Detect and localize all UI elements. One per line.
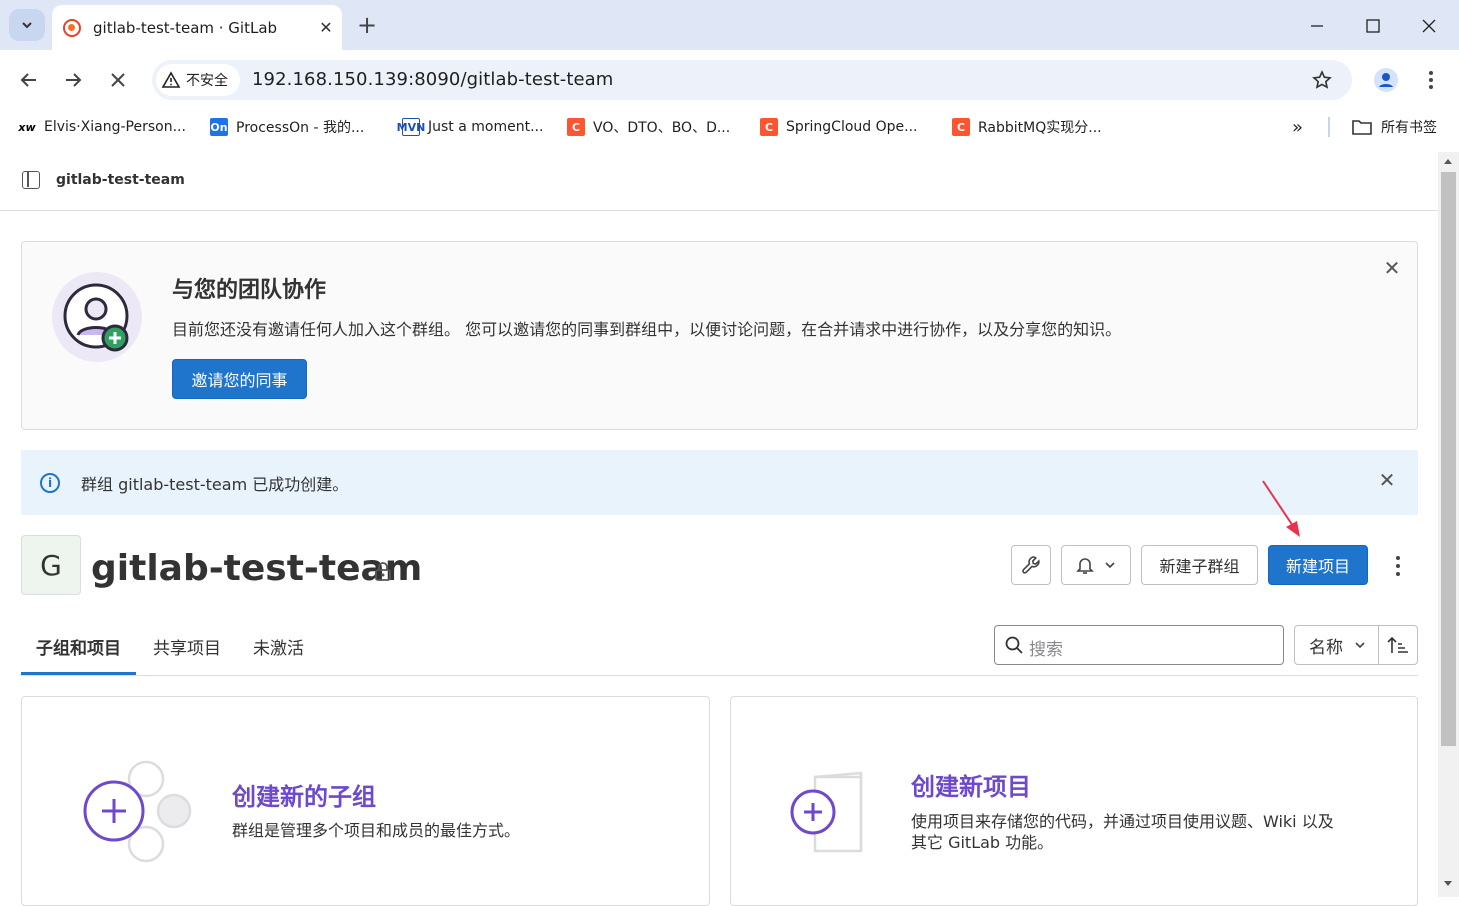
create-subgroup-description: 群组是管理多个项目和成员的最佳方式。 — [232, 821, 521, 840]
search-placeholder: 搜索 — [1029, 640, 1063, 660]
subgroup-illustration-icon — [83, 760, 192, 863]
profile-avatar-icon[interactable] — [1371, 65, 1401, 95]
settings-button[interactable] — [1011, 545, 1051, 585]
bell-icon — [1076, 558, 1094, 574]
invite-description: 目前您还没有邀请任何人加入这个群组。 您可以邀请您的同事到群组中，以便讨论问题，… — [172, 320, 1122, 339]
group-title: gitlab-test-team — [91, 548, 423, 589]
chevron-down-icon — [1355, 642, 1365, 649]
bookmarks-overflow-button[interactable]: » — [1292, 116, 1303, 138]
breadcrumb[interactable]: gitlab-test-team — [56, 172, 185, 188]
bookmark-item[interactable]: C RabbitMQ实现分... — [952, 116, 1102, 138]
bookmark-item[interactable]: On ProcessOn - 我的... — [210, 116, 364, 138]
create-subgroup-card[interactable]: 创建新的子组 群组是管理多个项目和成员的最佳方式。 — [21, 696, 710, 906]
search-icon — [1005, 636, 1023, 654]
scroll-down-icon[interactable] — [1443, 880, 1453, 888]
bookmark-label: ProcessOn - 我的... — [236, 120, 365, 136]
info-icon: i — [40, 473, 60, 493]
create-subgroup-title[interactable]: 创建新的子组 — [232, 777, 376, 812]
invite-colleagues-button[interactable]: 邀请您的同事 — [172, 359, 307, 399]
chevron-down-icon — [22, 22, 32, 29]
browser-tab-active[interactable]: gitlab-test-team · GitLab ✕ — [52, 5, 342, 50]
tab-inactive[interactable]: 未激活 — [253, 634, 304, 675]
create-project-description-line1: 使用项目来存储您的代码，并通过项目使用议题、Wiki 以及 — [911, 812, 1334, 831]
bookmark-label: VO、DTO、BO、D... — [593, 120, 731, 136]
back-arrow-icon[interactable] — [14, 65, 44, 95]
tab-search-button[interactable] — [9, 9, 45, 41]
tab-title: gitlab-test-team · GitLab — [93, 18, 278, 37]
bookmark-label: RabbitMQ实现分... — [978, 120, 1102, 136]
bookmark-favicon-icon: MVN — [397, 118, 425, 136]
warning-icon — [161, 71, 181, 88]
invite-members-illustration — [52, 272, 142, 362]
invite-title: 与您的团队协作 — [172, 278, 327, 303]
sort-dropdown[interactable]: 名称 — [1294, 625, 1379, 665]
annotation-arrow-icon — [1262, 480, 1300, 537]
bookmark-favicon-icon: C — [760, 118, 778, 136]
close-icon[interactable]: ✕ — [1382, 258, 1402, 278]
bookmark-favicon-icon: C — [567, 118, 585, 136]
bookmarks-bar: xw Elvis·Xiang-Person... On ProcessOn - 我的… — [0, 110, 1459, 144]
bookmark-star-icon[interactable] — [1312, 70, 1332, 90]
all-bookmarks-label: 所有书签 — [1381, 120, 1437, 136]
bookmark-item[interactable]: MVN Just a moment... — [397, 116, 544, 138]
bookmark-favicon-icon: On — [210, 118, 228, 136]
browser-tabstrip: gitlab-test-team · GitLab ✕ + — [0, 0, 1459, 50]
chevron-down-icon — [1105, 562, 1115, 569]
bookmark-label: SpringCloud Ope... — [786, 119, 918, 135]
sort-ascending-icon — [1387, 636, 1408, 653]
sort-direction-button[interactable] — [1378, 625, 1418, 665]
all-bookmarks-button[interactable]: 所有书签 — [1351, 116, 1437, 138]
stop-loading-icon[interactable] — [103, 65, 133, 95]
site-info-button[interactable]: 不安全 — [156, 64, 240, 96]
invite-banner: 与您的团队协作 目前您还没有邀请任何人加入这个群组。 您可以邀请您的同事到群组中… — [21, 241, 1418, 430]
bookmark-favicon-icon: xw — [18, 120, 36, 134]
success-alert: i 群组 gitlab-test-team 已成功创建。 ✕ — [21, 450, 1418, 515]
sort-label: 名称 — [1309, 637, 1343, 658]
bookmark-item[interactable]: xw Elvis·Xiang-Person... — [18, 116, 186, 138]
sidebar-toggle-icon[interactable] — [22, 171, 40, 189]
create-project-description-line2: 其它 GitLab 功能。 — [911, 833, 1054, 852]
notification-dropdown[interactable] — [1061, 545, 1131, 585]
tab-shared-projects[interactable]: 共享项目 — [153, 634, 221, 675]
browser-toolbar: 不安全 192.168.150.139:8090/gitlab-test-tea… — [0, 50, 1459, 110]
lock-icon — [375, 562, 391, 581]
group-avatar: G — [21, 535, 81, 595]
top-bar: gitlab-test-team — [0, 150, 1438, 211]
scroll-up-icon[interactable] — [1443, 157, 1453, 165]
tab-subgroups-projects[interactable]: 子组和项目 — [21, 634, 136, 675]
create-project-title[interactable]: 创建新项目 — [911, 767, 1031, 802]
bookmarks-divider — [1328, 117, 1330, 137]
close-window-icon[interactable] — [1415, 12, 1443, 40]
insecure-label: 不安全 — [186, 73, 228, 89]
folder-icon — [1352, 120, 1372, 135]
forward-arrow-icon[interactable] — [58, 65, 88, 95]
maximize-icon[interactable] — [1359, 12, 1387, 40]
gitlab-favicon-icon — [63, 18, 81, 37]
page-scrollbar[interactable] — [1438, 152, 1459, 897]
new-subgroup-button[interactable]: 新建子群组 — [1141, 545, 1258, 585]
minimize-icon[interactable] — [1303, 12, 1331, 40]
new-project-button[interactable]: 新建项目 — [1268, 545, 1368, 585]
new-tab-button[interactable]: + — [354, 10, 380, 40]
bookmark-item[interactable]: C SpringCloud Ope... — [760, 116, 918, 138]
bookmark-label: Elvis·Xiang-Person... — [44, 119, 186, 135]
url-text[interactable]: 192.168.150.139:8090/gitlab-test-team — [252, 69, 613, 90]
close-tab-icon[interactable]: ✕ — [315, 18, 337, 37]
scrollbar-thumb[interactable] — [1441, 172, 1456, 746]
alert-message: 群组 gitlab-test-team 已成功创建。 — [81, 475, 349, 494]
bookmark-item[interactable]: C VO、DTO、BO、D... — [567, 116, 730, 138]
create-project-card[interactable]: 创建新项目 使用项目来存储您的代码，并通过项目使用议题、Wiki 以及 其它 G… — [730, 696, 1418, 906]
close-icon[interactable]: ✕ — [1377, 470, 1397, 490]
address-bar[interactable]: 不安全 192.168.150.139:8090/gitlab-test-tea… — [152, 60, 1352, 100]
bookmark-label: Just a moment... — [428, 119, 544, 135]
project-illustration-icon — [790, 771, 863, 853]
search-input[interactable]: 搜索 — [994, 625, 1284, 665]
more-actions-icon[interactable] — [1388, 553, 1408, 579]
browser-menu-icon[interactable] — [1416, 65, 1446, 95]
bookmark-favicon-icon: C — [952, 118, 970, 136]
wrench-icon — [1022, 556, 1040, 574]
